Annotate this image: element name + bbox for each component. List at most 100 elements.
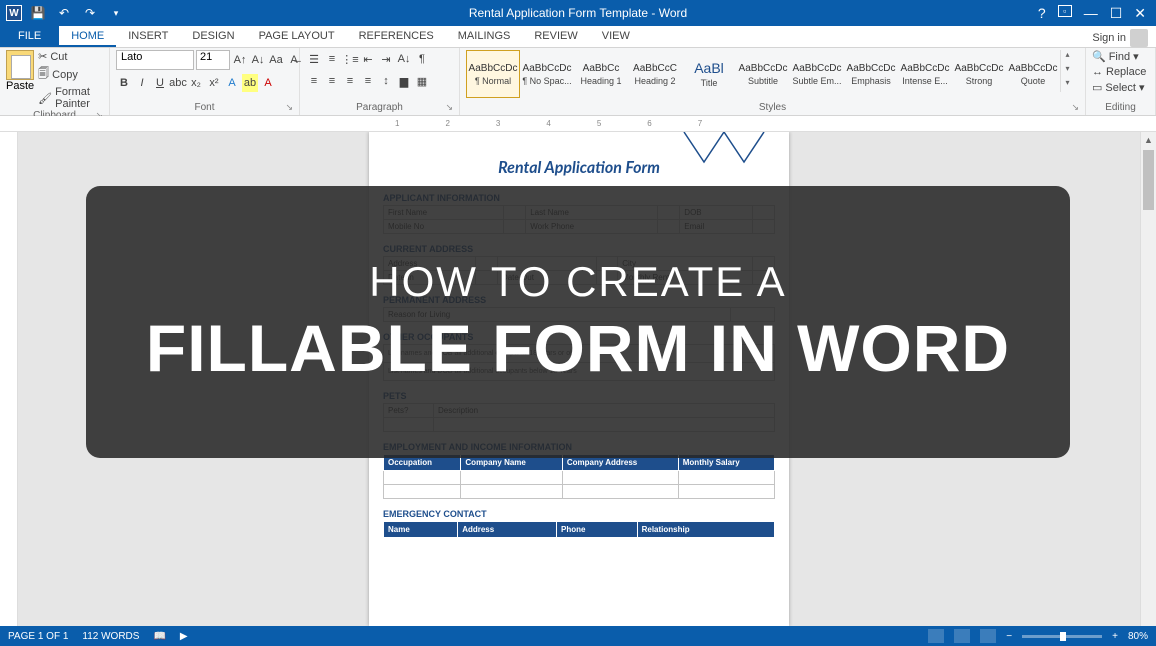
grow-font-button[interactable]: A↑ [232, 51, 248, 69]
help-icon[interactable]: ? [1038, 5, 1046, 22]
permanent-address-table[interactable]: Reason for Living [383, 307, 775, 322]
text-effects-button[interactable]: A [224, 74, 240, 92]
sort-button[interactable]: A↓ [396, 50, 412, 68]
shading-button[interactable]: ▆ [396, 72, 412, 90]
tab-design[interactable]: DESIGN [180, 26, 246, 47]
multilevel-button[interactable]: ⋮≡ [342, 50, 358, 68]
current-address-table[interactable]: AddressCity Date InDate OutMonthly Rent [383, 256, 775, 285]
redo-icon[interactable]: ↷ [80, 3, 100, 23]
line-spacing-button[interactable]: ↕ [378, 72, 394, 90]
brush-icon: 🖌 [38, 92, 52, 105]
subscript-button[interactable]: x₂ [188, 74, 204, 92]
sign-in-link[interactable]: Sign in [1092, 29, 1148, 47]
shrink-font-button[interactable]: A↓ [250, 51, 266, 69]
font-size-select[interactable]: 21 [196, 50, 230, 70]
undo-icon[interactable]: ↶ [54, 3, 74, 23]
font-family-select[interactable]: Lato [116, 50, 194, 70]
tab-page-layout[interactable]: PAGE LAYOUT [247, 26, 347, 47]
tab-insert[interactable]: INSERT [116, 26, 180, 47]
occupants-table[interactable]: List names and DOB all additional occupa… [383, 344, 775, 381]
copy-button[interactable]: 🗐Copy [38, 65, 103, 84]
tab-file[interactable]: FILE [0, 26, 59, 47]
macro-icon[interactable]: ▶ [180, 631, 188, 642]
style-heading-1[interactable]: AaBbCcHeading 1 [574, 50, 628, 98]
spellcheck-icon[interactable]: 📖 [153, 631, 165, 642]
tab-mailings[interactable]: MAILINGS [446, 26, 523, 47]
format-painter-button[interactable]: 🖌Format Painter [38, 86, 103, 110]
styles-more-button[interactable]: ▴▾▾ [1060, 50, 1074, 92]
find-button[interactable]: 🔍Find▾ [1092, 50, 1139, 63]
style-strong[interactable]: AaBbCcDcStrong [952, 50, 1006, 98]
align-center-button[interactable]: ≡ [324, 72, 340, 90]
show-marks-button[interactable]: ¶ [414, 50, 430, 68]
group-paragraph: ☰ ≡ ⋮≡ ⇤ ⇥ A↓ ¶ ≡ ≡ ≡ ≡ ↕ ▆ ▦ Paragraph↘ [300, 48, 460, 115]
qat-customize-icon[interactable]: ▾ [106, 3, 126, 23]
align-right-button[interactable]: ≡ [342, 72, 358, 90]
cut-button[interactable]: ✂Cut [38, 50, 103, 63]
group-clipboard: Paste ✂Cut 🗐Copy 🖌Format Painter Clipboa… [0, 48, 110, 115]
change-case-button[interactable]: Aa [268, 51, 284, 69]
select-button[interactable]: ▭Select▾ [1092, 81, 1145, 94]
web-layout-button[interactable] [980, 629, 996, 643]
style-subtitle[interactable]: AaBbCcDcSubtitle [736, 50, 790, 98]
style-emphasis[interactable]: AaBbCcDcEmphasis [844, 50, 898, 98]
align-left-button[interactable]: ≡ [306, 72, 322, 90]
zoom-out-button[interactable]: − [1006, 631, 1012, 642]
maximize-icon[interactable]: ☐ [1110, 5, 1123, 22]
vertical-scrollbar[interactable]: ▲ [1140, 132, 1156, 626]
style-quote[interactable]: AaBbCcDcQuote [1006, 50, 1060, 98]
minimize-icon[interactable]: — [1084, 5, 1098, 22]
paste-icon [6, 50, 34, 80]
replace-button[interactable]: ↔Replace [1092, 66, 1146, 78]
style-heading-2[interactable]: AaBbCcCHeading 2 [628, 50, 682, 98]
superscript-button[interactable]: x² [206, 74, 222, 92]
bold-button[interactable]: B [116, 74, 132, 92]
scroll-thumb[interactable] [1143, 150, 1154, 210]
vertical-ruler[interactable] [0, 132, 18, 626]
word-count[interactable]: 112 WORDS [82, 631, 139, 642]
highlight-button[interactable]: ab [242, 74, 258, 92]
bullets-button[interactable]: ☰ [306, 50, 322, 68]
borders-button[interactable]: ▦ [414, 72, 430, 90]
style-intense-e-[interactable]: AaBbCcDcIntense E... [898, 50, 952, 98]
justify-button[interactable]: ≡ [360, 72, 376, 90]
tab-home[interactable]: HOME [59, 26, 116, 47]
zoom-slider[interactable] [1022, 635, 1102, 638]
underline-button[interactable]: U [152, 74, 168, 92]
tab-view[interactable]: VIEW [590, 26, 642, 47]
paragraph-launcher[interactable]: ↘ [445, 102, 453, 113]
ribbon-options-icon[interactable]: ▫ [1058, 5, 1072, 17]
style--no-spac-[interactable]: AaBbCcDc¶ No Spac... [520, 50, 574, 98]
font-color-button[interactable]: A [260, 74, 276, 92]
paste-button[interactable]: Paste [6, 50, 34, 92]
styles-launcher[interactable]: ↘ [1071, 102, 1079, 113]
section-emergency: EMERGENCY CONTACT [383, 509, 775, 519]
page-indicator[interactable]: PAGE 1 OF 1 [8, 631, 68, 642]
style-title[interactable]: AaBlTitle [682, 50, 736, 98]
decrease-indent-button[interactable]: ⇤ [360, 50, 376, 68]
tab-references[interactable]: REFERENCES [347, 26, 446, 47]
italic-button[interactable]: I [134, 74, 150, 92]
font-launcher[interactable]: ↘ [285, 102, 293, 113]
employment-table[interactable]: OccupationCompany NameCompany AddressMon… [383, 454, 775, 499]
save-icon[interactable]: 💾 [28, 3, 48, 23]
style--normal[interactable]: AaBbCcDc¶ Normal [466, 50, 520, 98]
print-layout-button[interactable] [954, 629, 970, 643]
strikethrough-button[interactable]: abc [170, 74, 186, 92]
pets-table[interactable]: Pets?Description [383, 403, 775, 432]
scroll-up-icon[interactable]: ▲ [1141, 132, 1156, 148]
zoom-in-button[interactable]: + [1112, 631, 1118, 642]
group-editing: 🔍Find▾ ↔Replace ▭Select▾ Editing [1086, 48, 1156, 115]
read-mode-button[interactable] [928, 629, 944, 643]
close-icon[interactable]: ✕ [1134, 5, 1146, 22]
applicant-table[interactable]: First NameLast NameDOB Mobile NoWork Pho… [383, 205, 775, 234]
emergency-table[interactable]: NameAddressPhoneRelationship [383, 521, 775, 538]
style-subtle-em-[interactable]: AaBbCcDcSubtle Em... [790, 50, 844, 98]
document-area[interactable]: Rental Application Form APPLICANT INFORM… [18, 132, 1140, 626]
zoom-level[interactable]: 80% [1128, 631, 1148, 642]
scissors-icon: ✂ [38, 50, 47, 63]
horizontal-ruler[interactable]: 1234567 [0, 116, 1156, 132]
increase-indent-button[interactable]: ⇥ [378, 50, 394, 68]
numbering-button[interactable]: ≡ [324, 50, 340, 68]
tab-review[interactable]: REVIEW [522, 26, 589, 47]
